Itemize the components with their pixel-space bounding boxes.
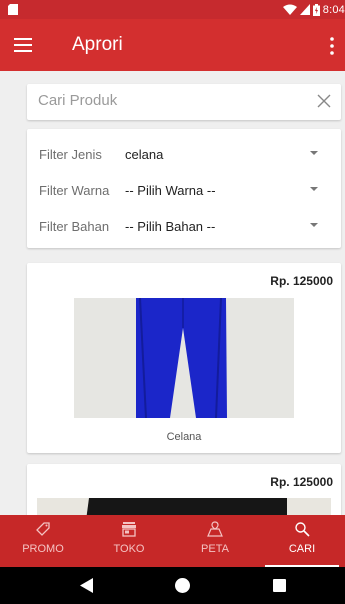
recent-apps-icon[interactable] <box>273 579 286 592</box>
filter-value: -- Pilih Warna -- <box>125 183 216 198</box>
filter-warna-select[interactable]: -- Pilih Warna -- <box>125 181 330 201</box>
more-vertical-icon[interactable] <box>327 36 337 56</box>
hamburger-menu-icon[interactable] <box>14 35 32 55</box>
product-price: Rp. 125000 <box>270 274 333 288</box>
filter-card: Filter Jenis celana Filter Warna -- Pili… <box>27 129 341 248</box>
sd-card-icon <box>8 4 18 15</box>
nav-label: TOKO <box>113 543 145 555</box>
product-name: Celana <box>166 431 202 443</box>
nav-label: PROMO <box>22 543 64 555</box>
filter-bahan-select[interactable]: -- Pilih Bahan -- <box>125 217 330 237</box>
nav-item-cari[interactable]: CARI <box>259 515 345 567</box>
status-time: 8:04 <box>322 3 345 16</box>
dropdown-arrow-icon <box>310 223 318 227</box>
nav-item-peta[interactable]: PETA <box>172 515 258 567</box>
filter-label: Filter Bahan <box>39 219 110 234</box>
tag-icon <box>36 522 50 536</box>
dropdown-arrow-icon <box>310 187 318 191</box>
filter-row-warna: Filter Warna -- Pilih Warna -- <box>27 175 341 205</box>
app-bar: Aprori <box>0 19 345 71</box>
nav-item-promo[interactable]: PROMO <box>0 515 86 567</box>
product-card[interactable]: Rp. 125000 Celana <box>27 263 341 453</box>
home-icon[interactable] <box>175 578 190 593</box>
battery-icon <box>312 3 320 16</box>
nav-label: CARI <box>288 543 316 555</box>
search-icon <box>295 522 310 537</box>
search-bar <box>27 84 341 120</box>
pants-image <box>74 298 294 418</box>
filter-value: -- Pilih Bahan -- <box>125 219 216 234</box>
filter-row-bahan: Filter Bahan -- Pilih Bahan -- <box>27 211 341 241</box>
dropdown-arrow-icon <box>310 151 318 155</box>
nav-label: PETA <box>201 543 229 555</box>
back-icon[interactable] <box>80 578 94 593</box>
search-input[interactable] <box>38 92 288 109</box>
product-image <box>74 298 294 418</box>
app-title: Aprori <box>72 34 123 55</box>
product-price: Rp. 125000 <box>270 475 333 489</box>
status-icons: 8:04 <box>282 2 345 17</box>
filter-label: Filter Jenis <box>39 147 102 162</box>
bottom-navigation: PROMO TOKO PETA CARI <box>0 515 345 567</box>
close-icon[interactable] <box>317 94 331 108</box>
filter-row-jenis: Filter Jenis celana <box>27 139 341 169</box>
filter-jenis-select[interactable]: celana <box>125 145 330 165</box>
status-bar: 8:04 <box>0 0 345 19</box>
signal-icon <box>299 4 310 15</box>
filter-label: Filter Warna <box>39 183 110 198</box>
system-navigation-bar <box>0 567 345 604</box>
filter-value: celana <box>125 147 164 162</box>
wifi-icon <box>282 4 297 15</box>
map-icon <box>207 521 223 537</box>
nav-item-toko[interactable]: TOKO <box>86 515 172 567</box>
store-icon <box>122 522 136 537</box>
